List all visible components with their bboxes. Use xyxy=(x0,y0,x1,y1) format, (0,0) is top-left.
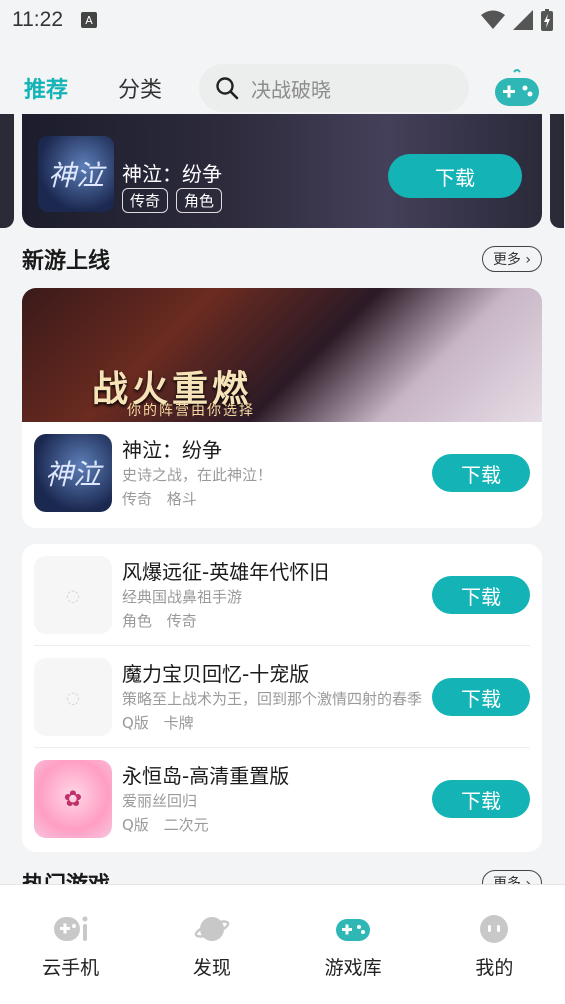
battery-charging-icon xyxy=(541,9,553,31)
planet-icon xyxy=(194,917,230,941)
featured-game-card[interactable]: 战火重燃 你的阵营由你选择 神泣 神泣：纷争 史诗之战，在此神泣！ 传奇 格斗 … xyxy=(22,288,542,528)
game-icon-placeholder: ◌ xyxy=(34,556,112,634)
more-label: 更多 xyxy=(492,252,521,268)
nav-label: 云手机 xyxy=(42,957,100,979)
game-tags: 角色 传奇 xyxy=(122,610,207,631)
tag: 角色 xyxy=(122,612,153,630)
banner-next-peek xyxy=(550,114,564,228)
nav-profile[interactable]: 我的 xyxy=(424,885,565,1004)
tag: Q版 xyxy=(122,816,149,834)
game-desc: 策略至上战术为王，回到那个激情四射的春季 xyxy=(122,690,423,708)
notification-a-icon: A xyxy=(81,12,97,28)
banner-game-title: 神泣：纷争 xyxy=(122,162,222,186)
status-bar: 11:22 A xyxy=(0,0,565,40)
list-item[interactable]: 神泣 神泣：纷争 史诗之战，在此神泣！ 传奇 格斗 下载 xyxy=(22,422,542,524)
cloud-phone-icon xyxy=(53,916,88,941)
download-button[interactable]: 下载 xyxy=(432,780,530,818)
game-desc: 史诗之战，在此神泣！ xyxy=(122,466,273,484)
list-item[interactable]: ✿ 永恒岛-高清重置版 爱丽丝回归 Q版 二次元 下载 xyxy=(22,748,542,850)
tag: 传奇 xyxy=(122,188,169,213)
download-button[interactable]: 下载 xyxy=(432,576,530,614)
banner-game-icon: 神泣 xyxy=(38,136,114,212)
game-name: 神泣：纷争 xyxy=(122,438,222,462)
list-item[interactable]: ◌ 风爆远征-英雄年代怀旧 经典国战鼻祖手游 角色 传奇 下载 xyxy=(22,544,542,646)
signal-icon xyxy=(513,10,533,30)
download-button[interactable]: 下载 xyxy=(432,454,530,492)
nav-label: 发现 xyxy=(192,957,231,979)
nav-discover[interactable]: 发现 xyxy=(141,885,282,1004)
banner-prev-peek xyxy=(0,114,14,228)
game-icon: ✿ xyxy=(34,760,112,838)
game-desc: 爱丽丝回归 xyxy=(122,792,198,810)
tab-category[interactable]: 分类 xyxy=(118,72,162,104)
top-nav: 推荐 分类 决战破晓 xyxy=(0,58,565,118)
tab-recommend[interactable]: 推荐 xyxy=(24,72,68,118)
tag: 格斗 xyxy=(166,490,197,508)
nav-cloud-phone[interactable]: 云手机 xyxy=(0,885,141,1004)
game-name: 永恒岛-高清重置版 xyxy=(122,764,290,788)
gamepad-icon xyxy=(336,919,371,941)
profile-icon xyxy=(480,915,509,943)
tag: 二次元 xyxy=(163,816,209,834)
new-games-header: 新游上线 更多 › xyxy=(22,242,542,276)
game-icon-placeholder: ◌ xyxy=(34,658,112,736)
nav-label: 我的 xyxy=(475,957,514,979)
banner-tags: 传奇 角色 xyxy=(122,188,223,213)
game-list-card: ◌ 风爆远征-英雄年代怀旧 经典国战鼻祖手游 角色 传奇 下载 ◌ 魔力宝贝回忆… xyxy=(22,544,542,852)
game-icon: 神泣 xyxy=(34,434,112,512)
list-item[interactable]: ◌ 魔力宝贝回忆-十宠版 策略至上战术为王，回到那个激情四射的春季 Q版 卡牌 … xyxy=(22,646,542,748)
banner-card[interactable]: 神泣 神泣：纷争 传奇 角色 下载 xyxy=(22,114,542,228)
game-tags: 传奇 格斗 xyxy=(122,488,207,509)
game-name: 魔力宝贝回忆-十宠版 xyxy=(122,662,310,686)
gamepad-icon[interactable] xyxy=(494,68,540,108)
game-desc: 经典国战鼻祖手游 xyxy=(122,588,243,606)
tag: 角色 xyxy=(176,188,223,213)
nav-label: 游戏库 xyxy=(324,957,382,979)
search-placeholder: 决战破晓 xyxy=(251,77,331,102)
nav-game-library[interactable]: 游戏库 xyxy=(283,885,424,1004)
search-input[interactable]: 决战破晓 xyxy=(199,64,469,112)
tag: 卡牌 xyxy=(163,714,194,732)
game-name: 风爆远征-英雄年代怀旧 xyxy=(122,560,330,584)
download-button[interactable]: 下载 xyxy=(432,678,530,716)
tag: 传奇 xyxy=(122,490,153,508)
wifi-icon xyxy=(481,10,505,29)
banner-carousel[interactable]: 神泣 神泣：纷争 传奇 角色 下载 xyxy=(0,114,565,230)
search-icon xyxy=(216,77,239,100)
tag: Q版 xyxy=(122,714,149,732)
banner-download-button[interactable]: 下载 xyxy=(388,154,522,198)
featured-banner-image: 战火重燃 你的阵营由你选择 xyxy=(22,288,542,422)
banner-subline: 你的阵营由你选择 xyxy=(127,403,255,419)
game-tags: Q版 二次元 xyxy=(122,814,219,835)
bottom-nav: 云手机 发现 游戏库 我的 xyxy=(0,884,565,1004)
section-title: 新游上线 xyxy=(22,249,111,274)
tag: 传奇 xyxy=(166,612,197,630)
more-button[interactable]: 更多 › xyxy=(481,246,542,272)
game-tags: Q版 卡牌 xyxy=(122,712,204,733)
clock: 11:22 xyxy=(12,8,63,31)
